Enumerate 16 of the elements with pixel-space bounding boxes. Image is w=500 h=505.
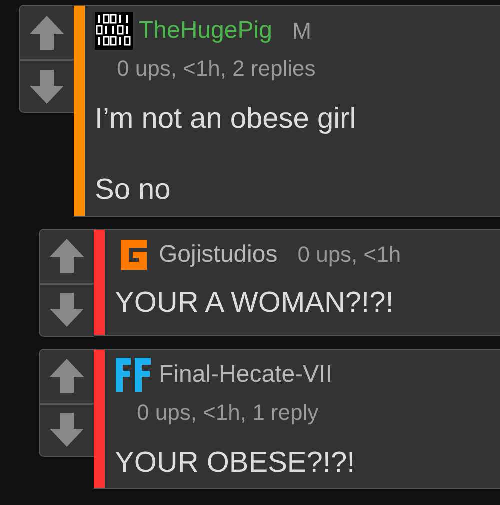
comment-text: So no xyxy=(95,172,172,208)
logo-icon xyxy=(115,356,153,394)
comment-meta: 0 ups, <1h, 1 reply xyxy=(136,400,320,426)
author-link[interactable]: Final-Hecate-VII xyxy=(159,360,332,389)
downvote-button[interactable] xyxy=(40,402,94,456)
author-link[interactable]: TheHugePig xyxy=(139,17,272,45)
gender-label: M xyxy=(292,18,312,44)
avatar-icon xyxy=(95,12,133,50)
comment-text: YOUR OBESE?!?! xyxy=(115,446,356,480)
comment-text: YOUR A WOMAN?!?! xyxy=(115,286,395,320)
author-link[interactable]: Gojistudios xyxy=(159,240,278,269)
comment-meta: 0 ups, <1h, 2 replies xyxy=(116,56,317,82)
downvote-button[interactable] xyxy=(20,59,74,112)
comment-meta: 0 ups, <1h xyxy=(298,242,402,268)
downvote-button[interactable] xyxy=(40,282,94,336)
comment-text: I’m not an obese girl xyxy=(95,102,356,137)
